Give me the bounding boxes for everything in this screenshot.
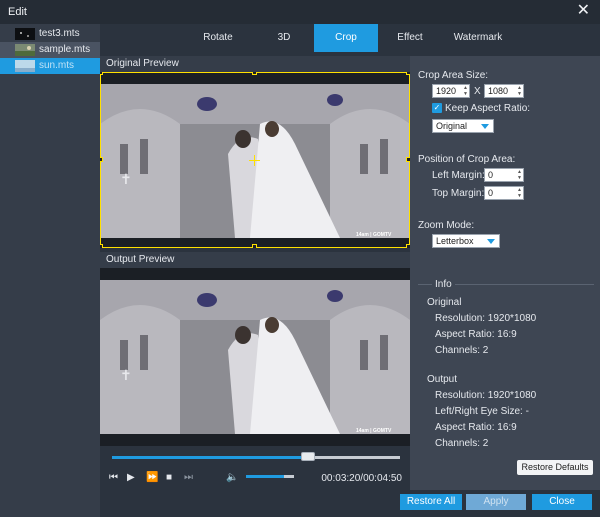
chevron-down-icon <box>481 124 489 129</box>
output-resolution: Resolution: 1920*1080 <box>435 390 537 401</box>
progress-bar[interactable] <box>112 452 400 461</box>
output-video-frame: ✝ <box>100 280 410 434</box>
file-name: test3.mts <box>39 28 80 39</box>
top-margin-input[interactable]: 0 ▲ ▼ <box>484 186 524 200</box>
chevron-down-icon <box>487 239 495 244</box>
timecode: 00:03:20/00:04:50 <box>321 473 402 484</box>
spin-arrows-icon[interactable]: ▲ ▼ <box>517 85 522 97</box>
left-margin-input[interactable]: 0 ▲ ▼ <box>484 168 524 182</box>
window-title: Edit <box>8 6 27 18</box>
file-item-sample[interactable]: sample.mts <box>0 42 100 58</box>
crop-width-input[interactable]: 1920 ▲ ▼ <box>432 84 470 98</box>
progress-thumb[interactable] <box>300 452 315 461</box>
svg-text:✝: ✝ <box>120 368 132 384</box>
output-channels: Channels: 2 <box>435 438 489 449</box>
skip-back-icon[interactable]: ⏮ <box>109 472 118 483</box>
zoom-mode-select[interactable]: Letterbox <box>432 234 500 248</box>
top-margin-label: Top Margin: <box>432 188 485 199</box>
video-thumbnail-icon <box>15 28 35 40</box>
original-preview: ✝ 14am | GOMTV <box>100 72 410 248</box>
file-item-test3[interactable]: test3.mts <box>0 26 100 42</box>
close-button[interactable]: Close <box>532 494 592 510</box>
crop-handle-bottom[interactable] <box>252 244 257 248</box>
output-eye-size: Left/Right Eye Size: - <box>435 406 529 417</box>
zoom-mode-label: Zoom Mode: <box>418 220 475 231</box>
skip-forward-icon[interactable]: ⏭ <box>184 472 193 483</box>
output-aspect-ratio: Aspect Ratio: 16:9 <box>435 422 517 433</box>
crop-handle-left[interactable] <box>100 157 103 162</box>
file-name: sun.mts <box>39 60 75 71</box>
crop-settings-panel: Crop Area Size: 1920 ▲ ▼ X 1080 ▲ ▼ ✓ Keep… <box>410 56 600 490</box>
video-watermark: 14am | GOMTV <box>356 428 392 434</box>
volume-icon[interactable]: 🔈 <box>226 472 238 483</box>
output-preview: ✝ 14am | GOMTV <box>100 268 410 446</box>
size-separator: X <box>474 86 481 97</box>
title-bar: Edit ✕ <box>0 0 600 24</box>
apply-button[interactable]: Apply <box>466 494 526 510</box>
tab-effect[interactable]: Effect <box>378 24 442 52</box>
edit-tabs: Rotate 3D Crop Effect Watermark <box>100 24 600 56</box>
video-thumbnail-icon <box>15 44 35 56</box>
fast-forward-icon[interactable]: ⏩ <box>146 472 158 483</box>
original-preview-label: Original Preview <box>100 56 410 72</box>
aspect-ratio-select[interactable]: Original <box>432 119 494 133</box>
restore-defaults-button[interactable]: Restore Defaults <box>517 460 593 475</box>
tab-crop[interactable]: Crop <box>314 24 378 52</box>
player-controls: ⏮ ▶ ⏩ ■ ⏭ 🔈 00:03:20/00:04:50 <box>100 446 410 517</box>
stop-icon[interactable]: ■ <box>166 472 172 483</box>
tab-rotate[interactable]: Rotate <box>182 24 254 52</box>
sidebar-footer <box>0 490 100 517</box>
spin-arrows-icon[interactable]: ▲ ▼ <box>517 187 522 199</box>
spin-arrows-icon[interactable]: ▲ ▼ <box>463 85 468 97</box>
video-watermark: 14am | GOMTV <box>356 232 392 238</box>
crop-area-size-label: Crop Area Size: <box>418 70 489 81</box>
crop-handle-bottom-left[interactable] <box>100 244 103 248</box>
crop-height-input[interactable]: 1080 ▲ ▼ <box>484 84 524 98</box>
tab-watermark[interactable]: Watermark <box>442 24 514 52</box>
dialog-footer: Restore All Apply Close <box>400 490 600 517</box>
left-margin-label: Left Margin: <box>432 170 485 181</box>
output-info-title: Output <box>427 374 458 385</box>
keep-aspect-label: Keep Aspect Ratio: <box>445 103 531 114</box>
keep-aspect-checkbox[interactable]: ✓ <box>432 103 442 113</box>
close-icon[interactable]: ✕ <box>577 3 590 19</box>
crop-center-crosshair-icon[interactable] <box>254 155 255 166</box>
restore-all-button[interactable]: Restore All <box>400 494 462 510</box>
spin-arrows-icon[interactable]: ▲ ▼ <box>517 169 522 181</box>
progress-fill <box>112 456 308 459</box>
crop-handle-top-left[interactable] <box>100 72 103 75</box>
original-info-title: Original <box>427 297 462 308</box>
video-thumbnail-icon <box>15 60 35 72</box>
file-list: test3.mts sample.mts sun.mts <box>0 24 100 517</box>
file-name: sample.mts <box>39 44 91 55</box>
output-preview-label: Output Preview <box>100 252 410 268</box>
volume-slider[interactable] <box>246 475 294 478</box>
original-channels: Channels: 2 <box>435 345 489 356</box>
play-icon[interactable]: ▶ <box>127 472 135 483</box>
file-item-sun[interactable]: sun.mts <box>0 58 100 74</box>
original-resolution: Resolution: 1920*1080 <box>435 313 537 324</box>
tab-3d[interactable]: 3D <box>254 24 314 52</box>
crop-handle-top[interactable] <box>252 72 257 75</box>
volume-fill <box>246 475 285 478</box>
original-aspect-ratio: Aspect Ratio: 16:9 <box>435 329 517 340</box>
position-label: Position of Crop Area: <box>418 154 516 165</box>
info-title: Info <box>432 279 455 290</box>
